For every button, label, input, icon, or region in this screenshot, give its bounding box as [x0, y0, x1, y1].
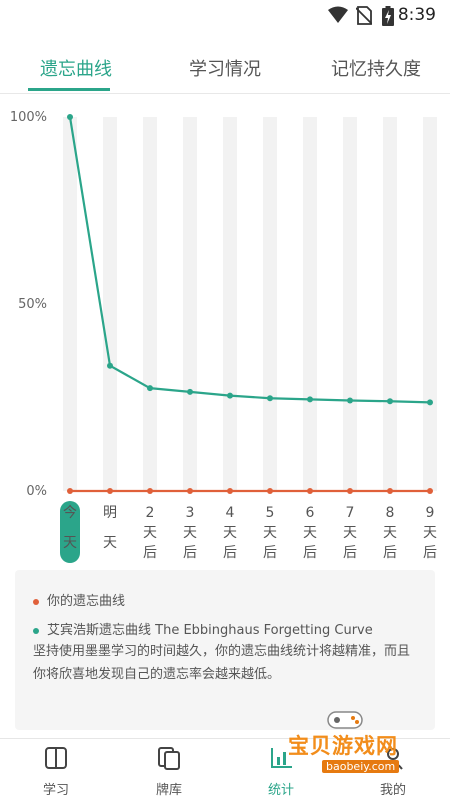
- battery-charging-icon: [382, 6, 394, 26]
- watermark: 宝贝游戏网 baobeiy.com: [282, 708, 442, 778]
- cards-icon: [158, 747, 180, 770]
- nav-stats-label: 统计: [267, 783, 294, 798]
- x-tick-label: 天: [223, 525, 237, 541]
- legend-item-ebbinghaus: 艾宾浩斯遗忘曲线 The Ebbinghaus Forgetting Curve: [33, 619, 373, 638]
- ebbinghaus-point: [227, 392, 233, 399]
- x-tick-label: 天: [143, 525, 157, 541]
- x-tick-label: 后: [263, 545, 277, 561]
- grid-band: [103, 117, 117, 491]
- my-curve-point: [267, 488, 273, 494]
- grid-band: [223, 117, 237, 491]
- x-tick-label: 2: [146, 505, 155, 521]
- my-curve-point: [227, 488, 233, 494]
- x-tick-label: 4: [226, 505, 235, 521]
- x-tick-label: 今: [63, 505, 77, 521]
- x-tick-label: 3: [186, 505, 195, 521]
- ebbinghaus-curve-line: [68, 116, 431, 404]
- x-tick-label: 后: [343, 545, 357, 561]
- my-curve-point: [307, 488, 313, 494]
- watermark-url: baobeiy.com: [322, 760, 400, 773]
- y-tick-label: 100%: [10, 110, 47, 125]
- tab-memory-persistence[interactable]: 记忆持久度: [331, 55, 421, 81]
- x-tick-label: 后: [183, 545, 197, 561]
- grid-band: [303, 117, 317, 491]
- x-tick-label: 后: [383, 545, 397, 561]
- my-curve-point: [387, 488, 393, 494]
- x-tick-label: 天: [63, 535, 77, 551]
- grid-band: [263, 117, 277, 491]
- legend-description: 坚持使用墨墨学习的时间越久，你的遗忘曲线统计将越精准，而且你将欣喜地发现自己的遗…: [33, 644, 411, 682]
- wifi-icon: [328, 6, 348, 23]
- my-curve-point: [107, 488, 113, 494]
- tab-active-indicator: [28, 88, 110, 91]
- tab-forgetting-curve[interactable]: 遗忘曲线: [40, 55, 112, 81]
- x-tick-label: 天: [103, 535, 117, 551]
- tab-study-status[interactable]: 学习情况: [189, 55, 261, 81]
- x-tick-label: 明: [103, 505, 117, 521]
- x-tick-label: 后: [143, 545, 157, 561]
- ebbinghaus-point: [427, 399, 433, 406]
- grid-band: [343, 117, 357, 491]
- x-tick-label: 天: [183, 525, 197, 541]
- status-time: 8:39: [397, 5, 436, 25]
- legend-dot-ebbinghaus: [33, 627, 39, 634]
- nav-study-label: 学习: [42, 783, 69, 798]
- x-tick-label: 天: [423, 525, 437, 541]
- my-curve-point: [187, 488, 193, 494]
- nav-deck-label: 牌库: [155, 783, 182, 798]
- gamepad-icon: [327, 711, 363, 729]
- status-bar: 8:39: [0, 0, 450, 32]
- nav-study[interactable]: 学习: [21, 745, 91, 798]
- ebbinghaus-point: [107, 362, 113, 369]
- ebbinghaus-point: [387, 398, 393, 405]
- y-tick-label: 0%: [26, 484, 47, 499]
- x-tick-label: 5: [266, 505, 275, 521]
- x-tick-label: 7: [346, 505, 355, 521]
- x-tick-label: 天: [343, 525, 357, 541]
- legend-card: 你的遗忘曲线 艾宾浩斯遗忘曲线 The Ebbinghaus Forgettin…: [15, 570, 435, 730]
- my-curve-point: [147, 488, 153, 494]
- x-tick-label: 后: [303, 545, 317, 561]
- x-tick-label: 天: [303, 525, 317, 541]
- my-curve-point: [67, 488, 73, 494]
- no-sim-icon: [356, 6, 372, 25]
- legend-dot-mine: [33, 598, 39, 605]
- divider: [0, 93, 450, 94]
- nav-deck[interactable]: 牌库: [134, 745, 204, 798]
- ebbinghaus-point: [67, 114, 73, 120]
- y-tick-label: 50%: [18, 297, 47, 312]
- legend-label-ebbinghaus: 艾宾浩斯遗忘曲线 The Ebbinghaus Forgetting Curve: [47, 623, 373, 638]
- legend-label-mine: 你的遗忘曲线: [47, 594, 126, 609]
- ebbinghaus-point: [347, 397, 353, 404]
- nav-me-label: 我的: [379, 783, 406, 798]
- ebbinghaus-point: [187, 388, 193, 395]
- x-tick-label: 6: [306, 505, 315, 521]
- x-tick-label: 天: [383, 525, 397, 541]
- x-tick-label: 天: [263, 525, 277, 541]
- grid-band: [143, 117, 157, 491]
- x-tick-label: 8: [386, 505, 395, 521]
- grid-band: [383, 117, 397, 491]
- ebbinghaus-point: [147, 385, 153, 392]
- forgetting-curve-chart: 100%50%0%今天明天2天后3天后4天后5天后6天后7天后8天后9天后: [10, 110, 437, 563]
- ebbinghaus-point: [307, 396, 313, 403]
- my-curve-point: [427, 488, 433, 494]
- x-tick-label: 后: [223, 545, 237, 561]
- book-icon: [45, 747, 67, 769]
- grid-band: [423, 117, 437, 491]
- legend-item-mine: 你的遗忘曲线: [33, 590, 125, 609]
- ebbinghaus-point: [267, 395, 273, 402]
- my-curve-point: [347, 488, 353, 494]
- x-tick-label: 9: [426, 505, 435, 521]
- grid-band: [63, 117, 77, 491]
- grid-band: [183, 117, 197, 491]
- x-tick-label: 后: [423, 545, 437, 561]
- watermark-title: 宝贝游戏网: [288, 734, 398, 758]
